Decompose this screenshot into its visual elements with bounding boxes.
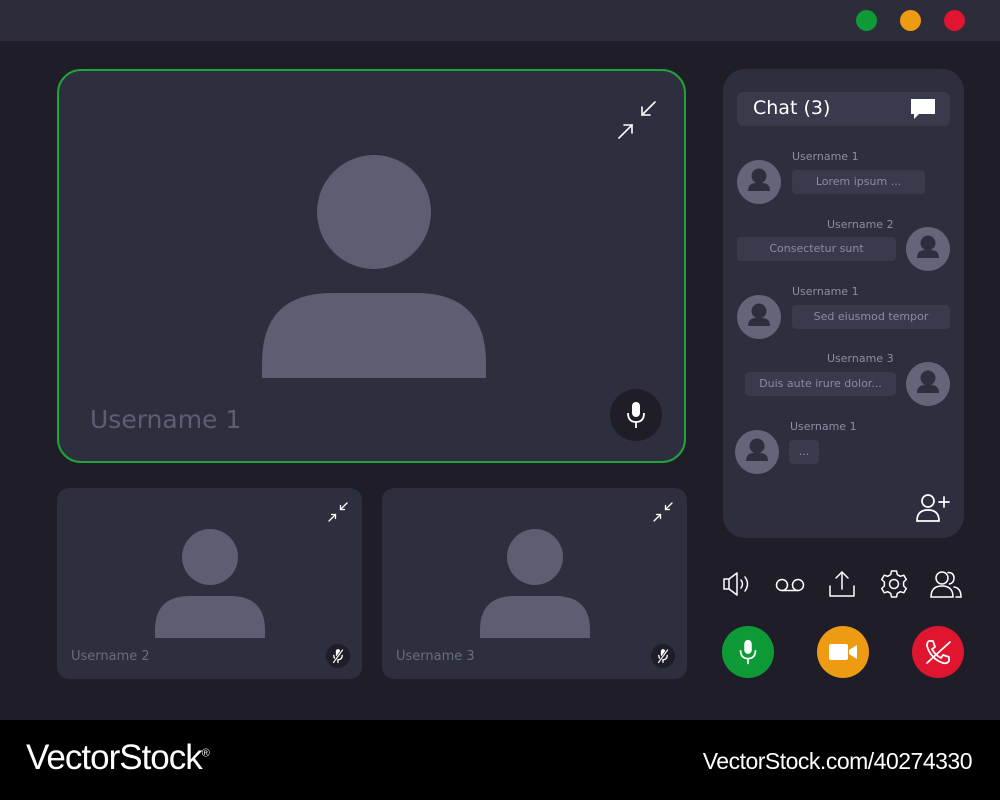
window-title-bar [0,0,1000,41]
settings-gear-icon[interactable] [878,568,910,600]
chat-avatar [737,160,781,204]
end-call-button[interactable] [912,626,964,678]
brand-url: VectorStock.com/40274330 [702,748,973,774]
user-avatar-icon [746,438,768,461]
participant-mic-button[interactable] [326,644,350,668]
chat-message: Consectetur sunt [737,237,896,261]
watermark-footer: VectorStock® VectorStock.com/40274330 [0,720,1000,800]
user-avatar-icon [917,235,939,258]
participant-video-tile[interactable]: Username 2 [57,488,362,679]
hang-up-icon [926,640,951,665]
user-avatar-icon [748,168,770,191]
chat-message: Duis aute irure dolor... [745,372,896,396]
camera-toggle-button[interactable] [817,626,869,678]
speaker-icon[interactable] [722,568,754,600]
microphone-icon [739,639,757,665]
share-upload-icon[interactable] [826,568,858,600]
participants-icon[interactable] [930,568,962,600]
participant-username-label: Username 3 [396,649,475,664]
main-mic-button[interactable] [610,389,662,441]
voicemail-icon[interactable] [774,568,806,600]
chat-panel: Chat (3) Username 1 Lorem ipsum ... User… [723,69,964,538]
chat-message: Sed eiusmod tempor [792,305,950,329]
chat-username: Username 1 [792,285,859,298]
participant-avatar [262,155,486,378]
microphone-muted-icon [657,648,669,664]
collapse-arrows-icon[interactable] [327,501,349,523]
add-user-icon[interactable] [914,492,952,524]
chat-message: ... [789,440,819,464]
chat-avatar [737,295,781,339]
chat-avatar [735,430,779,474]
chat-username: Username 2 [827,218,894,231]
brand-name: VectorStock [26,738,203,777]
chat-message: Lorem ipsum ... [792,170,925,194]
chat-header: Chat (3) [737,92,950,126]
chat-username: Username 3 [827,352,894,365]
microphone-icon [627,402,645,428]
participant-username-label: Username 2 [71,649,150,664]
chat-avatar [906,227,950,271]
collapse-arrows-icon[interactable] [652,501,674,523]
maximize-window-button[interactable] [856,10,877,31]
collapse-arrows-icon[interactable] [615,98,659,142]
brand-registered-mark: ® [201,747,210,760]
main-video-tile[interactable]: Username 1 [57,69,686,463]
minimize-window-button[interactable] [900,10,921,31]
chat-bubble-icon[interactable] [909,97,937,121]
participant-mic-button[interactable] [651,644,675,668]
chat-username: Username 1 [792,150,859,163]
microphone-muted-icon [332,648,344,664]
microphone-toggle-button[interactable] [722,626,774,678]
user-avatar-icon [917,370,939,393]
participant-video-tile[interactable]: Username 3 [382,488,687,679]
close-window-button[interactable] [944,10,965,31]
chat-title: Chat (3) [753,97,831,119]
user-avatar-icon [748,303,770,326]
main-username-label: Username 1 [90,405,242,434]
chat-avatar [906,362,950,406]
brand-logo: VectorStock® [26,738,210,778]
video-camera-icon [829,644,857,660]
chat-username: Username 1 [790,420,857,433]
